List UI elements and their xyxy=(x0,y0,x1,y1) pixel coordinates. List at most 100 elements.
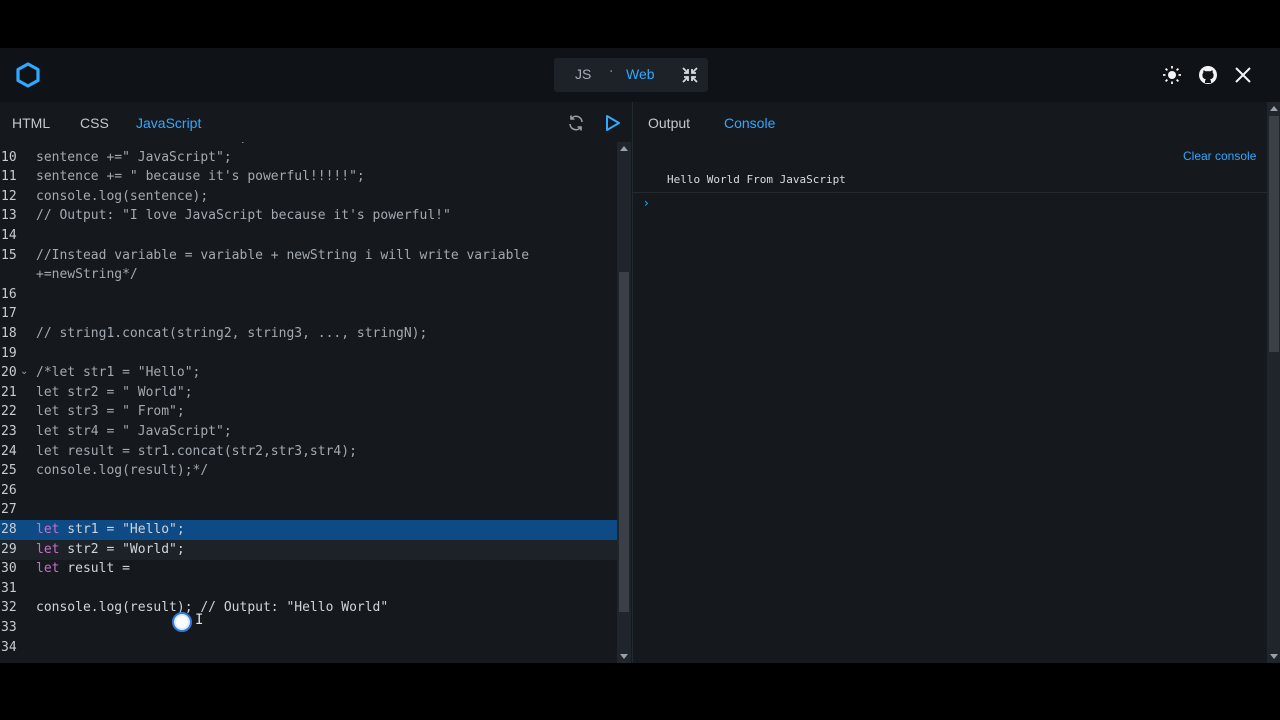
scroll-down-arrow-icon[interactable] xyxy=(620,654,628,659)
code-line[interactable]: 16 xyxy=(0,285,617,305)
mode-js-button[interactable]: JS xyxy=(575,66,591,82)
code-text: // string1.concat(string2, string3, ...,… xyxy=(36,326,428,341)
code-line[interactable]: 25 console.log(result);*/ xyxy=(0,461,617,481)
line-number: 23 xyxy=(1,424,17,439)
editor-scroll-thumb[interactable] xyxy=(619,272,629,612)
code-token: result = xyxy=(59,561,138,577)
tab-console[interactable]: Console xyxy=(724,115,775,131)
line-number: 25 xyxy=(1,463,17,479)
mode-web-button[interactable]: Web xyxy=(626,66,655,82)
code-line[interactable]: 27 xyxy=(0,500,617,520)
line-number: 34 xyxy=(1,639,17,655)
line-number: 24 xyxy=(1,443,17,459)
console-divider xyxy=(633,192,1267,193)
refresh-icon[interactable] xyxy=(566,113,586,133)
tab-html[interactable]: HTML xyxy=(12,115,50,131)
scroll-down-arrow-icon[interactable] xyxy=(1270,654,1278,659)
keyword-token: let xyxy=(36,561,60,577)
code-line[interactable]: 14 xyxy=(0,226,617,246)
line-number: 27 xyxy=(1,502,17,518)
keyword-token: let xyxy=(36,522,60,537)
mouse-cursor-indicator xyxy=(172,612,192,632)
code-text: console.log(result); // Output: "Hello W… xyxy=(36,600,389,616)
mode-switch: JS · Web xyxy=(554,58,708,92)
code-text: /*let str1 = "Hello"; xyxy=(36,365,201,381)
code-area[interactable]: 9⌄/*let sentence = "I love ";10sentence … xyxy=(0,142,617,663)
line-number: 32 xyxy=(1,600,17,616)
code-line[interactable]: 22 let str3 = " From"; xyxy=(0,402,617,422)
console-scroll-thumb[interactable] xyxy=(1269,116,1279,352)
code-line[interactable]: 31 xyxy=(0,579,617,599)
code-line[interactable]: 21 let str2 = " World"; xyxy=(0,383,617,403)
console-scrollbar[interactable] xyxy=(1267,102,1280,663)
line-number: 11 xyxy=(1,169,17,185)
code-line[interactable]: 20 ⌄/*let str1 = "Hello"; xyxy=(0,363,617,383)
clear-console-button[interactable]: Clear console xyxy=(1183,149,1256,163)
code-text: console.log(sentence); xyxy=(36,188,209,204)
scroll-up-arrow-icon[interactable] xyxy=(1270,106,1278,111)
code-editor-pane: HTML CSS JavaScript 9⌄/*let sentence = "… xyxy=(0,102,631,663)
line-number: 28 xyxy=(1,522,17,537)
code-line[interactable]: +=newString*/ xyxy=(0,265,617,285)
code-line[interactable]: 26 xyxy=(0,481,617,501)
code-line[interactable]: 18 // string1.concat(string2, string3, ..… xyxy=(0,324,617,344)
code-text: let str4 = " JavaScript"; xyxy=(36,424,232,439)
code-line[interactable]: 19 xyxy=(0,344,617,364)
line-number: 10 xyxy=(1,149,17,165)
fullscreen-icon[interactable] xyxy=(681,66,699,84)
code-token: str1 = "Hello"; xyxy=(59,522,185,537)
code-text: +=newString*/ xyxy=(36,267,138,283)
code-token: str2 = "World"; xyxy=(59,541,185,557)
code-line[interactable]: 13 // Output: "I love JavaScript because … xyxy=(0,206,617,226)
code-line[interactable]: 10 sentence +=" JavaScript"; xyxy=(0,148,617,168)
fold-chevron-icon[interactable]: ⌄ xyxy=(20,366,28,377)
line-number: 13 xyxy=(1,208,17,224)
scroll-up-arrow-icon[interactable] xyxy=(620,146,628,151)
code-line[interactable]: 29 let str2 = "World"; xyxy=(0,539,617,560)
code-line[interactable]: 30 let result = xyxy=(0,559,617,579)
output-panel: Output Console Clear console Hello World… xyxy=(632,102,1280,663)
playground-app: JS · Web HTML CSS JavaScript 10 sentence… xyxy=(0,48,1280,663)
line-number: 26 xyxy=(1,482,17,498)
code-text: // Output: "I love JavaScript because it… xyxy=(36,208,451,224)
x-twitter-icon[interactable] xyxy=(1233,65,1253,85)
logo-icon[interactable] xyxy=(15,62,41,88)
line-number: 12 xyxy=(1,188,17,204)
tab-javascript[interactable]: JavaScript xyxy=(136,115,201,131)
line-number: 15 xyxy=(1,247,17,263)
code-line[interactable]: 23 let str4 = " JavaScript"; xyxy=(0,422,617,442)
line-number: 14 xyxy=(1,228,17,243)
line-number: 19 xyxy=(1,345,17,361)
code-line[interactable]: 12 console.log(sentence); xyxy=(0,187,617,207)
editor-tabs: HTML CSS JavaScript xyxy=(0,102,631,142)
console-log-entry: Hello World From JavaScript xyxy=(667,173,846,186)
code-text: let str1 = "Hello"; xyxy=(36,520,185,540)
keyword-token: let xyxy=(36,541,60,557)
text-cursor-icon: I xyxy=(195,612,204,628)
github-icon[interactable] xyxy=(1198,65,1218,85)
code-text: let str2 = " World"; xyxy=(36,384,193,400)
tab-css[interactable]: CSS xyxy=(80,115,109,131)
code-line[interactable]: 33 xyxy=(0,618,617,638)
code-line[interactable]: 11 sentence += " because it's powerful!!!… xyxy=(0,167,617,187)
line-number: 21 xyxy=(1,384,17,400)
code-text: let result = str1.concat(str2,str3,str4)… xyxy=(36,443,357,459)
editor-scrollbar[interactable] xyxy=(617,142,631,663)
theme-toggle-sun-icon[interactable] xyxy=(1162,65,1182,85)
code-line[interactable]: 34 xyxy=(0,638,617,658)
code-line[interactable]: 24 let result = str1.concat(str2,str3,str… xyxy=(0,442,617,462)
console-prompt-icon[interactable]: › xyxy=(644,196,649,210)
line-number: 29 xyxy=(1,541,17,557)
run-play-icon[interactable] xyxy=(602,113,622,133)
code-line[interactable]: 32 console.log(result); // Output: "Hello… xyxy=(0,598,617,618)
code-line[interactable]: 15 //Instead variable = variable + newStr… xyxy=(0,246,617,266)
code-line[interactable]: 17 xyxy=(0,304,617,324)
tab-output[interactable]: Output xyxy=(648,115,690,131)
code-text: //Instead variable = variable + newStrin… xyxy=(36,247,530,263)
line-number: 17 xyxy=(1,306,17,322)
line-number: 18 xyxy=(1,326,17,341)
code-line[interactable]: 28 let str1 = "Hello"; xyxy=(0,520,617,540)
code-text: sentence +=" JavaScript"; xyxy=(36,149,232,165)
top-header: JS · Web xyxy=(0,48,1280,102)
code-text: sentence += " because it's powerful!!!!!… xyxy=(36,169,365,185)
